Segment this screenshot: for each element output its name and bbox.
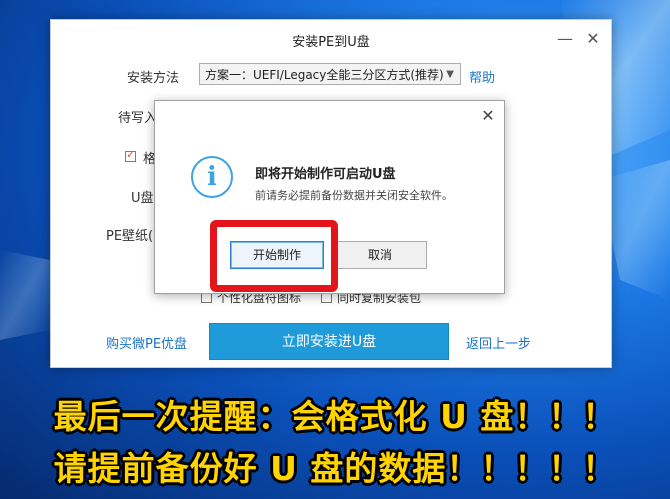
cancel-button[interactable]: 取消 xyxy=(333,241,427,269)
help-link[interactable]: 帮助 xyxy=(469,67,495,86)
caption-line-2: 请提前备份好 U 盘的数据！！！！！ xyxy=(53,449,617,488)
info-icon: i xyxy=(191,156,233,198)
close-icon[interactable]: ✕ xyxy=(579,26,607,52)
install-method-select[interactable]: 方案一：UEFI/Legacy全能三分区方式(推荐) ▼ xyxy=(199,63,461,85)
format-checkbox[interactable] xyxy=(125,148,136,162)
install-method-label: 安装方法 xyxy=(127,71,180,86)
window-title: 安装PE到U盘 xyxy=(292,35,370,50)
title-bar[interactable]: 安装PE到U盘 — ✕ xyxy=(51,20,611,58)
chevron-down-icon: ▼ xyxy=(446,69,454,80)
install-to-usb-button[interactable]: 立即安装进U盘 xyxy=(209,323,449,360)
caption-line-1: 最后一次提醒：会格式化 U 盘！！！ xyxy=(53,397,617,436)
install-method-value: 方案一：UEFI/Legacy全能三分区方式(推荐) xyxy=(205,68,444,82)
red-highlight-box xyxy=(210,220,338,292)
udisk-label: U盘 xyxy=(131,191,154,206)
buy-link[interactable]: 购买微PE优盘 xyxy=(106,333,187,352)
popup-title: 即将开始制作可启动U盘 xyxy=(255,167,396,182)
minimize-icon[interactable]: — xyxy=(551,26,579,52)
close-icon[interactable]: ✕ xyxy=(478,106,498,126)
back-link[interactable]: 返回上一步 xyxy=(466,333,531,352)
popup-message: 前请务必提前备份数据并关闭安全软件。 xyxy=(255,189,453,202)
target-label: 待写入 xyxy=(118,111,158,126)
